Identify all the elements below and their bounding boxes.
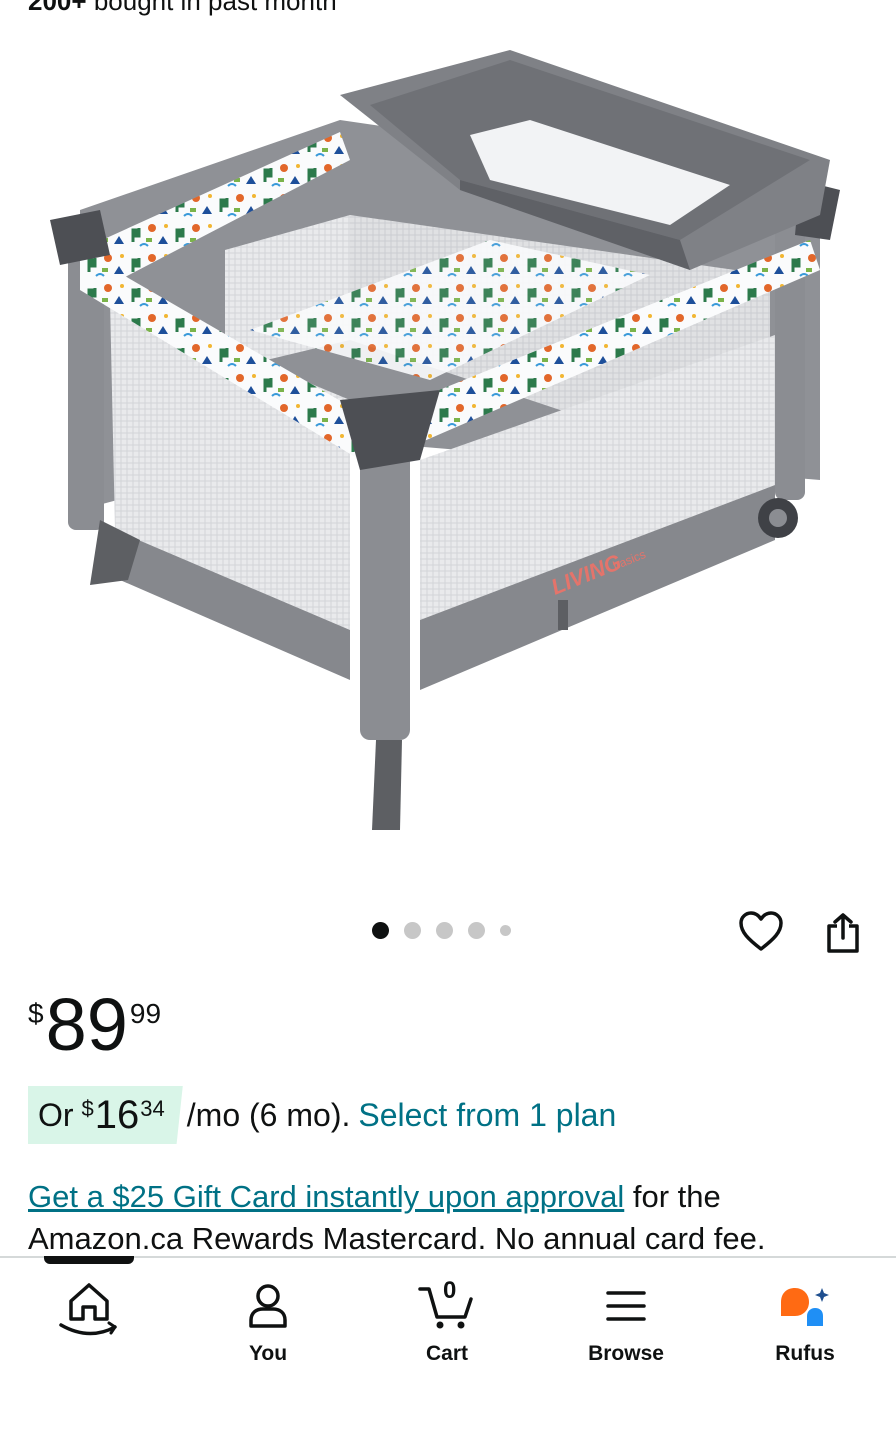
nav-you[interactable]: You xyxy=(188,1272,348,1366)
installment-whole: 16 xyxy=(94,1092,140,1137)
nav-rufus-label: Rufus xyxy=(775,1342,835,1365)
cart-count-badge: 0 xyxy=(443,1277,457,1304)
credit-card-promo: Get a $25 Gift Card instantly upon appro… xyxy=(28,1176,868,1260)
carousel-dot-2[interactable] xyxy=(404,922,421,939)
share-button[interactable] xyxy=(816,904,870,962)
price-whole: 89 xyxy=(45,983,128,1066)
nav-home[interactable] xyxy=(9,1272,169,1342)
home-icon xyxy=(59,1283,117,1336)
carousel-dot-1[interactable] xyxy=(372,922,389,939)
installment-suffix: /mo (6 mo). xyxy=(186,1096,351,1133)
installment-prefix: Or xyxy=(38,1096,74,1133)
gift-card-link[interactable]: Get a $25 Gift Card instantly upon appro… xyxy=(28,1179,624,1214)
menu-icon xyxy=(606,1291,646,1321)
installment-offer: Or $ 16 34 /mo (6 mo). Select from 1 pla… xyxy=(28,1086,616,1144)
carousel-dot-3[interactable] xyxy=(436,922,453,939)
nav-cart-label: Cart xyxy=(425,1342,468,1365)
rufus-icon xyxy=(781,1288,829,1326)
bottom-navigation: You 0 Cart Browse Rufus xyxy=(0,1256,896,1440)
installment-currency: $ xyxy=(81,1096,94,1121)
active-tab-indicator xyxy=(44,1256,134,1264)
nav-browse-label: Browse xyxy=(588,1342,664,1365)
purchase-suffix: bought in past month xyxy=(93,0,337,16)
nav-rufus[interactable]: Rufus xyxy=(725,1272,885,1366)
nav-browse[interactable]: Browse xyxy=(546,1272,706,1366)
product-image[interactable]: LIVING basics xyxy=(40,40,856,860)
installment-highlight: Or $ 16 34 xyxy=(28,1086,183,1144)
purchase-count-text: 200+ bought in past month xyxy=(28,0,337,17)
carousel-dot-5[interactable] xyxy=(500,925,511,936)
share-icon xyxy=(827,913,859,953)
installment-fraction: 34 xyxy=(140,1096,165,1121)
nav-cart[interactable]: 0 Cart xyxy=(367,1272,527,1366)
carousel-dot-4[interactable] xyxy=(468,922,485,939)
purchase-count: 200+ xyxy=(28,0,87,16)
price-fraction: 99 xyxy=(129,998,162,1029)
wishlist-button[interactable] xyxy=(734,904,788,958)
select-plan-link[interactable]: Select from 1 plan xyxy=(358,1097,616,1134)
product-price: $ 89 99 xyxy=(28,988,161,1062)
user-icon xyxy=(249,1284,287,1328)
image-carousel-dots[interactable] xyxy=(372,922,511,939)
nav-you-label: You xyxy=(248,1342,288,1365)
heart-icon xyxy=(739,911,783,951)
price-currency: $ xyxy=(28,998,44,1029)
